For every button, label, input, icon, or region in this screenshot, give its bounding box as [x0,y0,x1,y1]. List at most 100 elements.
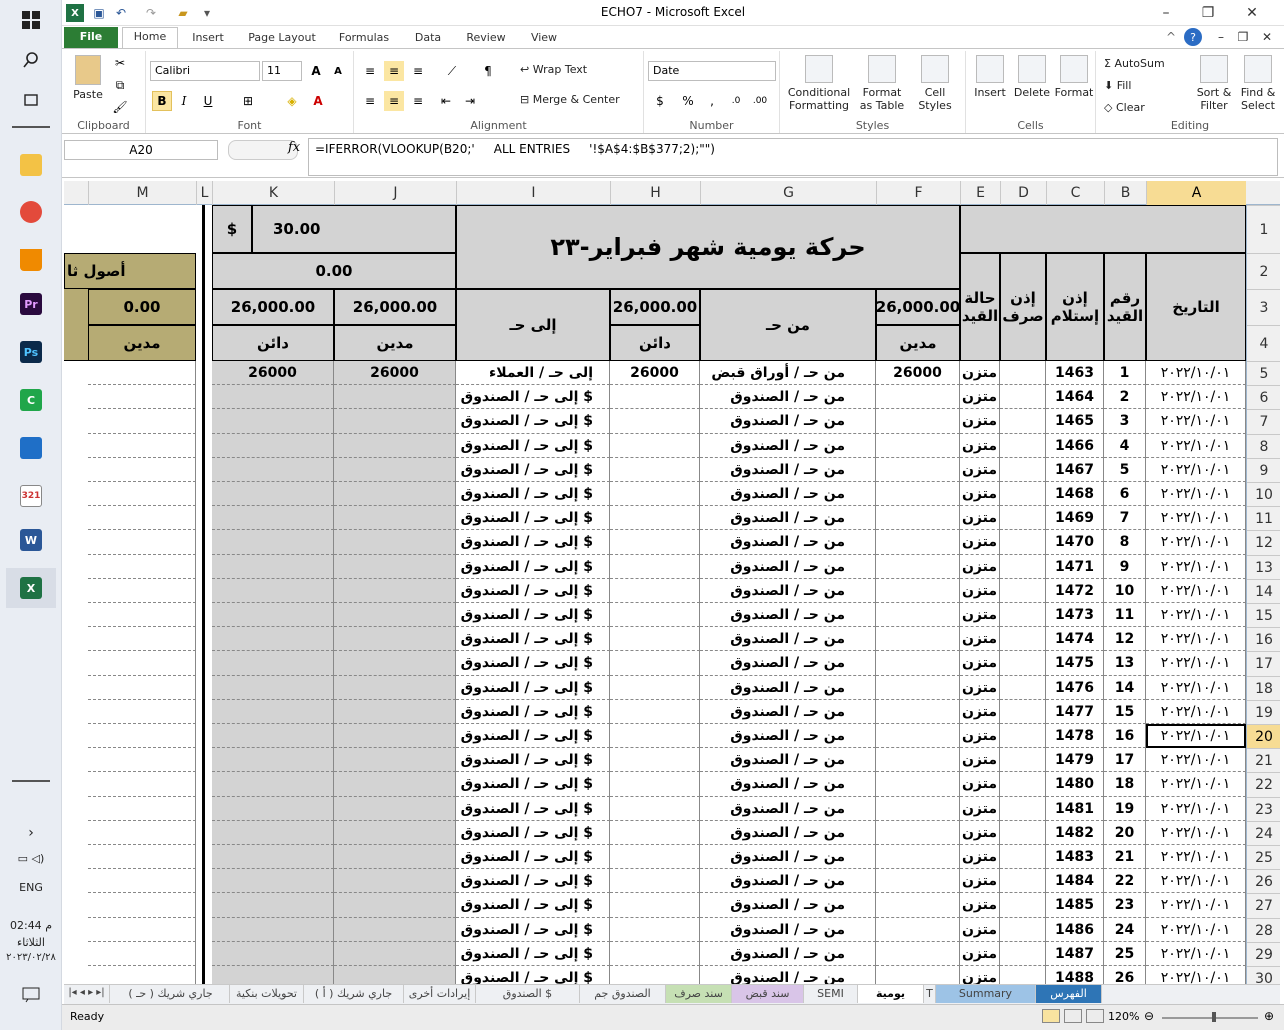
to-account-cell[interactable]: إلى حـ / الصندوق $ [456,966,610,984]
row-header[interactable]: 8 [1247,433,1280,458]
credit-h-cell[interactable] [610,917,700,942]
format-painter-icon[interactable]: 🖌 [110,97,130,117]
from-account-cell[interactable]: من حـ / الصندوق [700,409,876,434]
credit-h-cell[interactable] [610,578,700,603]
m-data-cell[interactable] [88,361,196,386]
row-header[interactable]: 28 [1247,917,1280,942]
from-account-cell[interactable]: من حـ / الصندوق [700,724,876,749]
from-account-cell[interactable]: من حـ / الصندوق [700,796,876,821]
debit-j-cell[interactable] [334,893,456,918]
status-cell[interactable]: متزن [960,578,1000,603]
receipt-number-cell[interactable]: 1464 [1046,385,1104,410]
credit-k-cell[interactable] [212,748,334,773]
tab-home[interactable]: Home [122,27,178,49]
receipt-number-cell[interactable]: 1488 [1046,966,1104,984]
notifications-button[interactable] [6,975,56,1015]
debit-j-cell[interactable] [334,699,456,724]
m-data-cell[interactable] [88,820,196,845]
row-header[interactable]: 24 [1247,820,1280,845]
search-button[interactable] [6,40,56,80]
entry-number-cell[interactable]: 1 [1104,361,1146,386]
status-cell[interactable]: متزن [960,457,1000,482]
cell-styles-button[interactable]: Cell Styles [910,55,960,112]
debit-j-cell[interactable] [334,627,456,652]
status-cell[interactable]: متزن [960,869,1000,894]
credit-k-cell[interactable] [212,724,334,749]
minimize-button[interactable]: – [1148,2,1184,24]
m-data-cell[interactable] [88,578,196,603]
date-cell[interactable]: ٢٠٢٢/١٠/٠١ [1146,893,1246,918]
row-header[interactable]: 3 [1247,289,1280,325]
to-account-cell[interactable]: إلى حـ / الصندوق $ [456,796,610,821]
debit-f-cell[interactable] [876,845,960,870]
fill-button[interactable]: ⬇ Fill [1104,79,1131,92]
debit-j-cell[interactable] [334,869,456,894]
payment-number-cell[interactable] [1000,457,1046,482]
row-header[interactable]: 16 [1247,627,1280,651]
increase-decimal-icon[interactable]: .0 [726,91,746,111]
row-header[interactable]: 14 [1247,578,1280,603]
debit-f-cell[interactable] [876,966,960,984]
receipt-number-cell[interactable]: 1483 [1046,845,1104,870]
decrease-decimal-icon[interactable]: .00 [750,91,770,111]
entry-number-cell[interactable]: 23 [1104,893,1146,918]
to-account-cell[interactable]: إلى حـ / الصندوق $ [456,845,610,870]
date-cell[interactable]: ٢٠٢٢/١٠/٠١ [1146,651,1246,676]
payment-number-cell[interactable] [1000,530,1046,555]
receipt-number-cell[interactable]: 1467 [1046,457,1104,482]
receipt-number-cell[interactable]: 1486 [1046,917,1104,942]
payment-number-cell[interactable] [1000,941,1046,966]
underline-button[interactable]: U [198,91,218,111]
from-account-cell[interactable]: من حـ / الصندوق [700,506,876,531]
sheet-tab[interactable]: T [924,985,936,1003]
entry-number-cell[interactable]: 15 [1104,699,1146,724]
merge-center-button[interactable]: ⊟ Merge & Center [520,93,620,106]
debit-j-cell[interactable] [334,385,456,410]
sort-filter-button[interactable]: Sort & Filter [1194,55,1234,112]
m-data-cell[interactable] [88,893,196,918]
credit-h-cell[interactable] [610,820,700,845]
credit-h-cell[interactable] [610,385,700,410]
payment-number-cell[interactable] [1000,675,1046,700]
sheet-tab[interactable]: SEMI [804,985,858,1003]
tab-view[interactable]: View [524,29,564,48]
debit-f-cell[interactable] [876,917,960,942]
to-account-cell[interactable]: إلى حـ / الصندوق $ [456,651,610,676]
m-data-cell[interactable] [88,724,196,749]
status-cell[interactable]: متزن [960,603,1000,628]
credit-k-cell[interactable] [212,675,334,700]
to-account-cell[interactable]: إلى حـ / الصندوق $ [456,917,610,942]
from-account-cell[interactable]: من حـ / الصندوق [700,578,876,603]
m-data-cell[interactable] [88,603,196,628]
to-account-cell[interactable]: إلى حـ / الصندوق $ [456,482,610,507]
date-cell[interactable]: ٢٠٢٢/١٠/٠١ [1146,699,1246,724]
tab-formulas[interactable]: Formulas [332,29,396,48]
to-account-cell[interactable]: إلى حـ / الصندوق $ [456,869,610,894]
taskbar-camtasia[interactable]: C [6,380,56,420]
debit-j-cell[interactable] [334,457,456,482]
status-cell[interactable]: متزن [960,627,1000,652]
entry-number-cell[interactable]: 14 [1104,675,1146,700]
debit-j-cell[interactable] [334,578,456,603]
workbook-restore-button[interactable]: ❐ [1234,28,1252,46]
credit-h-cell[interactable] [610,748,700,773]
credit-k-cell[interactable] [212,554,334,579]
to-account-cell[interactable]: إلى حـ / الصندوق $ [456,385,610,410]
status-cell[interactable]: متزن [960,530,1000,555]
row-header[interactable]: 7 [1247,409,1280,433]
credit-h-cell[interactable] [610,966,700,984]
debit-f-cell[interactable] [876,457,960,482]
debit-f-cell[interactable] [876,820,960,845]
payment-number-cell[interactable] [1000,385,1046,410]
column-header-b[interactable]: B [1104,181,1146,205]
name-box[interactable]: A20 [64,140,218,160]
date-cell[interactable]: ٢٠٢٢/١٠/٠١ [1146,578,1246,603]
from-account-cell[interactable]: من حـ / الصندوق [700,627,876,652]
status-cell[interactable]: متزن [960,482,1000,507]
debit-f-cell[interactable]: 26000 [876,361,960,386]
insert-cells-button[interactable]: Insert [970,55,1010,99]
receipt-number-cell[interactable]: 1477 [1046,699,1104,724]
column-header-f[interactable]: F [876,181,960,205]
from-account-cell[interactable]: من حـ / الصندوق [700,482,876,507]
taskbar-chrome[interactable] [6,192,56,232]
